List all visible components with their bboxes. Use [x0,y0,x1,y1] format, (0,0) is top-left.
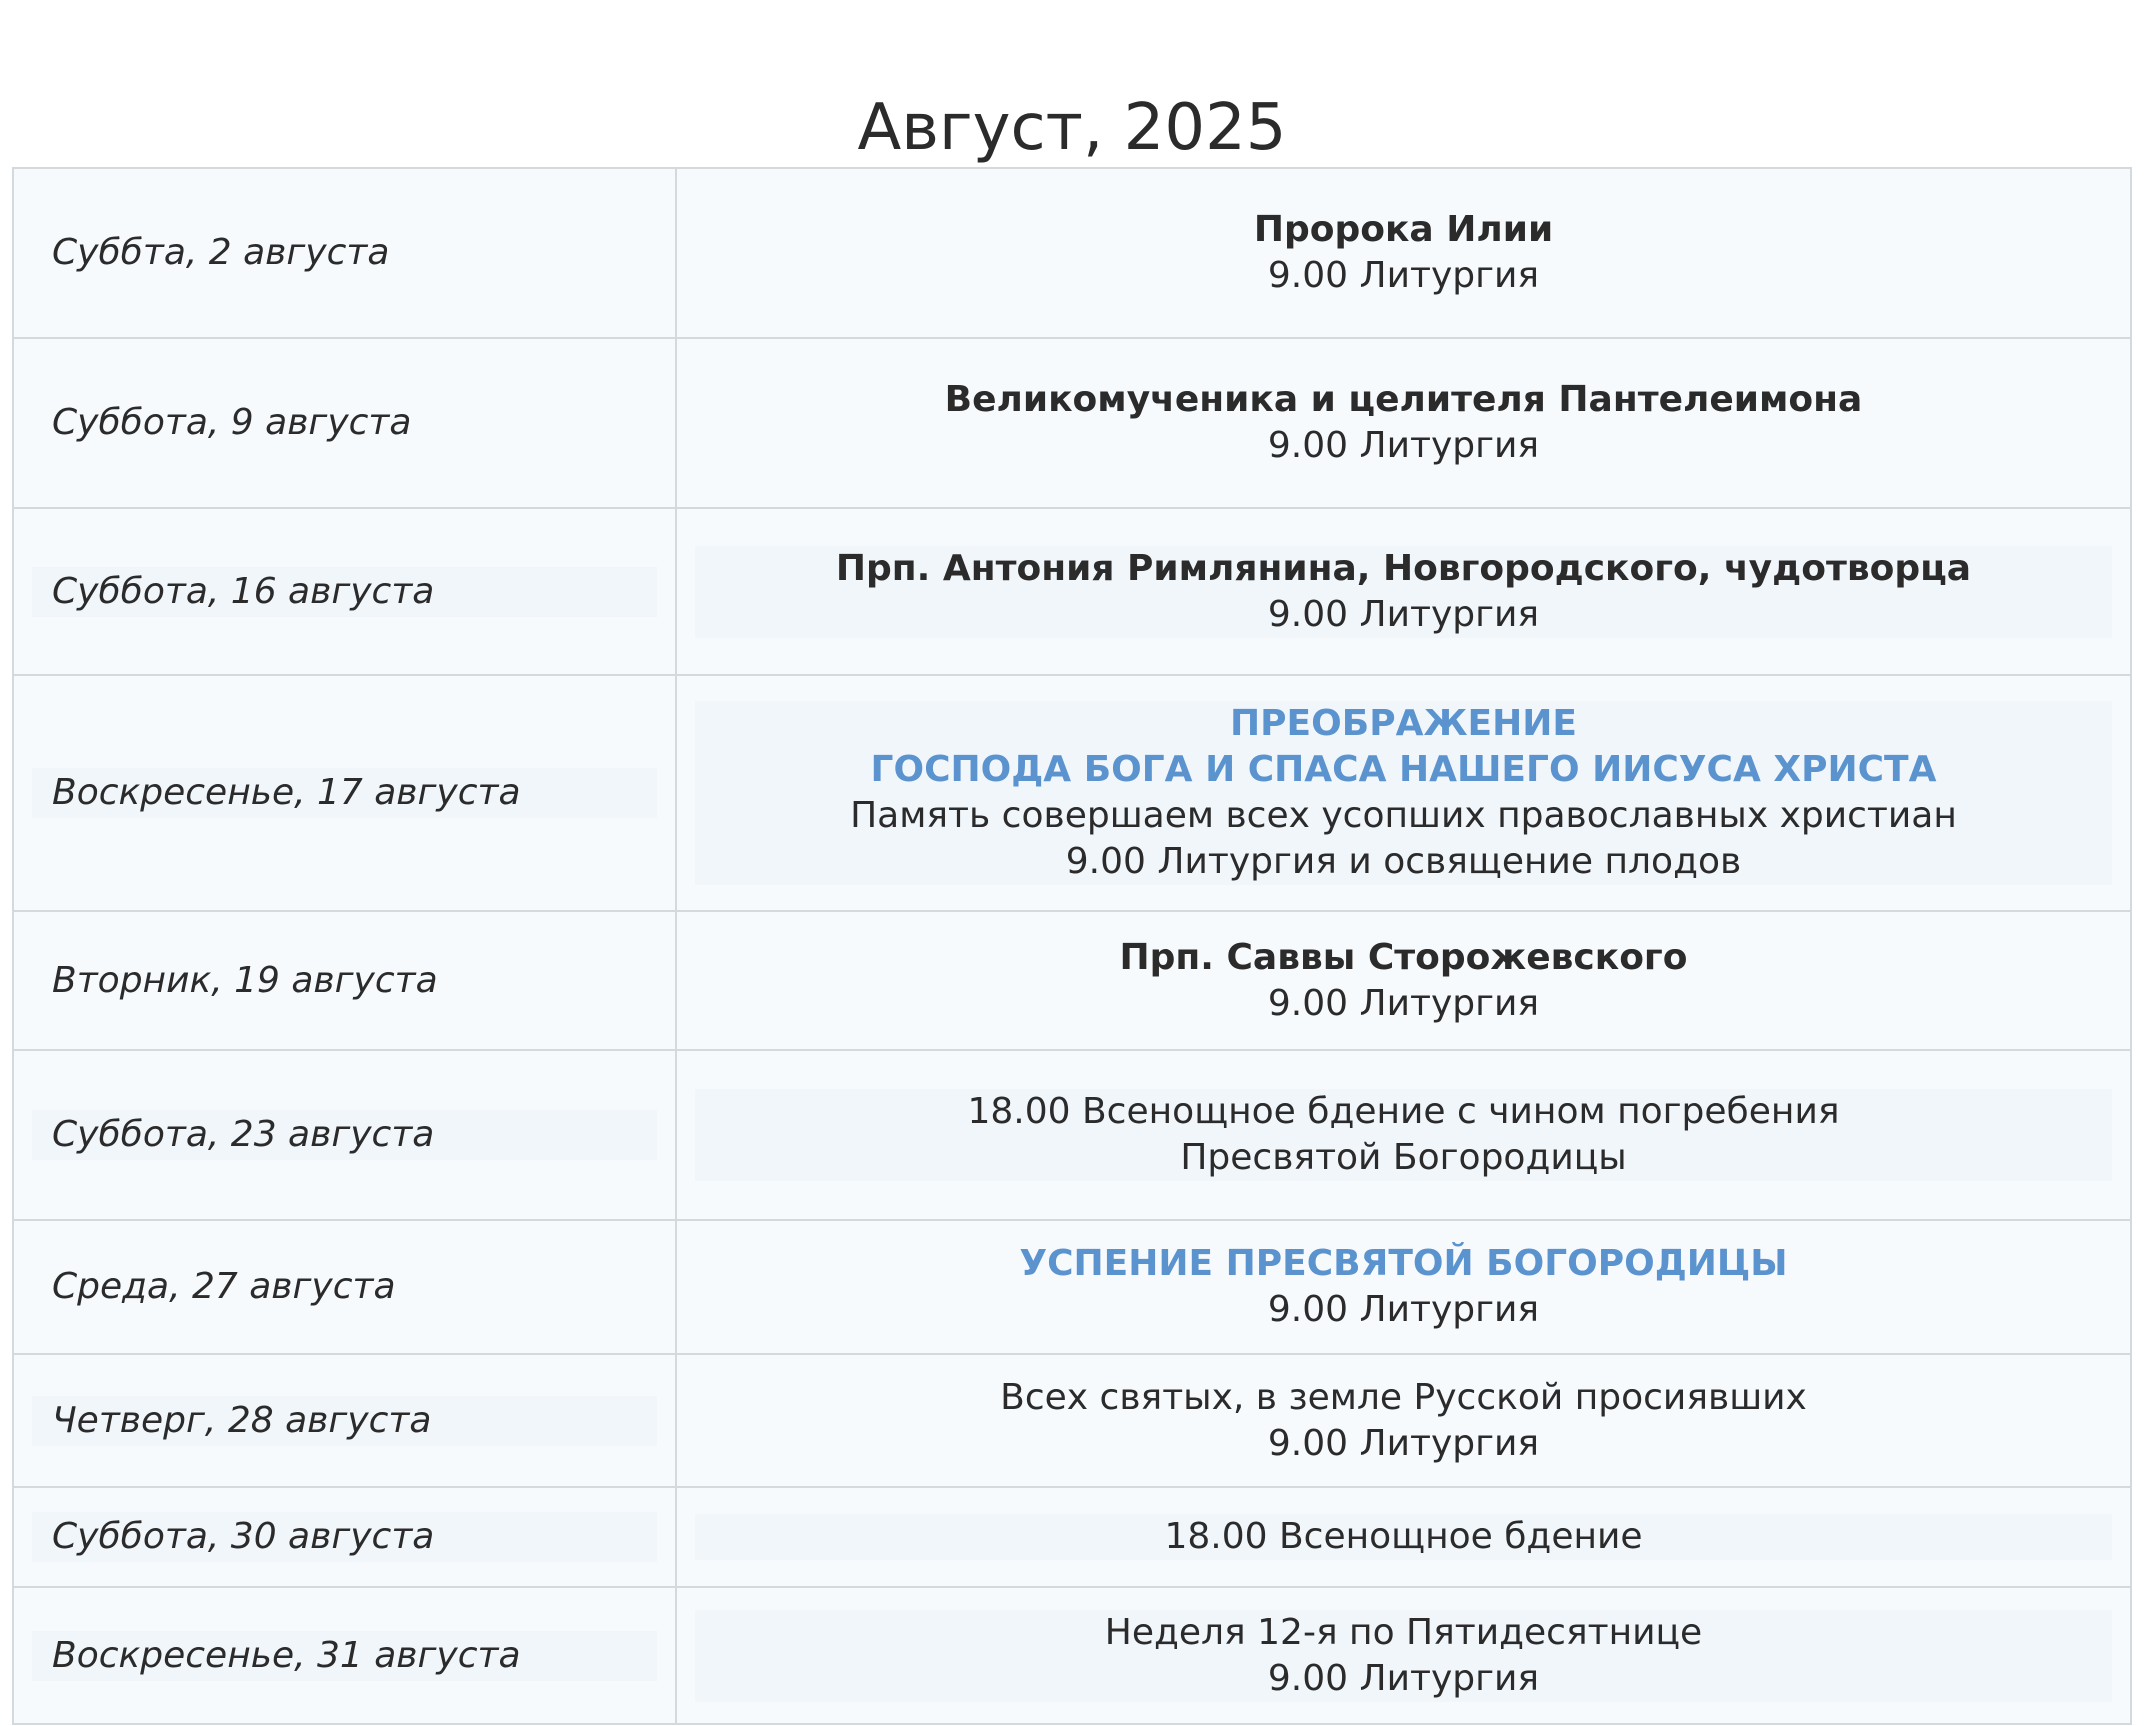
table-row: Воскресенье, 31 августа Неделя 12-я по П… [12,1586,2132,1725]
service-date: Вторник, 19 августа [52,959,438,1001]
service-line: 9.00 Литургия [1267,1657,1540,1699]
service-line: 9.00 Литургия [1267,593,1540,635]
event-cell: 18.00 Всенощное бдение с чином погребени… [675,1049,2132,1221]
service-date: Суббта, 2 августа [52,232,390,273]
date-cell: Четверг, 28 августа [12,1353,677,1488]
event-details: Пророка Илии 9.00 Литургия [695,207,2112,299]
date-cell: Вторник, 19 августа [12,910,677,1051]
date-cell: Суббота, 23 августа [12,1049,677,1221]
service-line: 9.00 Литургия [1267,982,1540,1024]
feast-title: УСПЕНИЕ ПРЕСВЯТОЙ БОГОРОДИЦЫ [1019,1243,1788,1284]
saint-title: Пророка Илии [1253,209,1554,250]
event-cell: Всех святых, в земле Русской просиявших … [675,1353,2132,1488]
table-row: Воскресенье, 17 августа ПРЕОБРАЖЕНИЕ ГОС… [12,674,2132,912]
service-line: 9.00 Литургия [1267,255,1540,296]
service-line: 9.00 Литургия [1267,1289,1540,1330]
event-details: ПРЕОБРАЖЕНИЕ ГОСПОДА БОГА И СПАСА НАШЕГО… [695,701,2112,885]
event-cell: ПРЕОБРАЖЕНИЕ ГОСПОДА БОГА И СПАСА НАШЕГО… [675,674,2132,912]
schedule-table: Суббта, 2 августа Пророка Илии 9.00 Литу… [12,167,2132,1725]
service-date: Четверг, 28 августа [32,1395,657,1446]
service-date: Среда, 27 августа [52,1266,396,1307]
service-date: Суббота, 30 августа [32,1512,657,1562]
table-row: Вторник, 19 августа Прп. Саввы Сторожевс… [12,910,2132,1051]
event-details: Великомученика и целителя Пантелеимона 9… [695,377,2112,469]
date-cell: Воскресенье, 17 августа [12,674,677,912]
service-line: Память совершаем всех усопших православн… [850,795,1957,836]
service-line: 9.00 Литургия [1267,425,1540,466]
service-line: Пресвятой Богородицы [1180,1137,1627,1178]
event-details: Прп. Антония Римлянина, Новгородского, ч… [695,545,2112,638]
event-cell: Великомученика и целителя Пантелеимона 9… [675,337,2132,509]
service-date: Суббота, 23 августа [32,1110,657,1160]
event-cell: Прп. Антония Римлянина, Новгородского, ч… [675,507,2132,676]
event-details: УСПЕНИЕ ПРЕСВЯТОЙ БОГОРОДИЦЫ 9.00 Литург… [695,1241,2112,1333]
event-details: 18.00 Всенощное бдение с чином погребени… [695,1089,2112,1181]
table-row: Суббота, 16 августа Прп. Антония Римляни… [12,507,2132,676]
table-row: Суббта, 2 августа Пророка Илии 9.00 Литу… [12,167,2132,339]
service-line: Всех святых, в земле Русской просиявших [1000,1376,1807,1418]
event-cell: Пророка Илии 9.00 Литургия [675,167,2132,339]
event-cell: Неделя 12-я по Пятидесятнице 9.00 Литург… [675,1586,2132,1725]
event-cell: УСПЕНИЕ ПРЕСВЯТОЙ БОГОРОДИЦЫ 9.00 Литург… [675,1219,2132,1355]
date-cell: Среда, 27 августа [12,1219,677,1355]
table-row: Среда, 27 августа УСПЕНИЕ ПРЕСВЯТОЙ БОГО… [12,1219,2132,1355]
table-row: Суббота, 30 августа 18.00 Всенощное бден… [12,1486,2132,1588]
service-date: Воскресенье, 31 августа [32,1630,657,1681]
event-cell: 18.00 Всенощное бдение [675,1486,2132,1588]
table-row: Суббота, 23 августа 18.00 Всенощное бден… [12,1049,2132,1221]
service-line: 18.00 Всенощное бдение с чином погребени… [967,1091,1840,1132]
saint-title: Великомученика и целителя Пантелеимона [944,379,1863,420]
service-date: Воскресенье, 17 августа [32,768,657,818]
feast-title: ГОСПОДА БОГА И СПАСА НАШЕГО ИИСУСА ХРИСТ… [870,749,1937,790]
page-title: Август, 2025 [857,90,1287,165]
date-cell: Воскресенье, 31 августа [12,1586,677,1725]
event-cell: Прп. Саввы Сторожевского 9.00 Литургия [675,910,2132,1051]
date-cell: Суббота, 9 августа [12,337,677,509]
date-cell: Суббота, 16 августа [12,507,677,676]
feast-title: ПРЕОБРАЖЕНИЕ [1230,703,1577,744]
saint-title: Прп. Антония Римлянина, Новгородского, ч… [835,547,1972,589]
service-line: 18.00 Всенощное бдение [1164,1516,1643,1557]
date-cell: Суббта, 2 августа [12,167,677,339]
service-line: 9.00 Литургия и освящение плодов [1065,841,1742,882]
service-line: 9.00 Литургия [1267,1422,1540,1464]
event-details: 18.00 Всенощное бдение [695,1514,2112,1560]
event-details: Неделя 12-я по Пятидесятнице 9.00 Литург… [695,1609,2112,1702]
event-details: Прп. Саввы Сторожевского 9.00 Литургия [695,935,2112,1027]
table-row: Суббота, 9 августа Великомученика и цели… [12,337,2132,509]
event-details: Всех святых, в земле Русской просиявших … [695,1375,2112,1467]
service-line: Неделя 12-я по Пятидесятнице [1104,1611,1703,1653]
table-row: Четверг, 28 августа Всех святых, в земле… [12,1353,2132,1488]
date-cell: Суббота, 30 августа [12,1486,677,1588]
service-date: Суббота, 9 августа [52,402,412,443]
saint-title: Прп. Саввы Сторожевского [1119,936,1688,978]
service-date: Суббота, 16 августа [32,566,657,617]
